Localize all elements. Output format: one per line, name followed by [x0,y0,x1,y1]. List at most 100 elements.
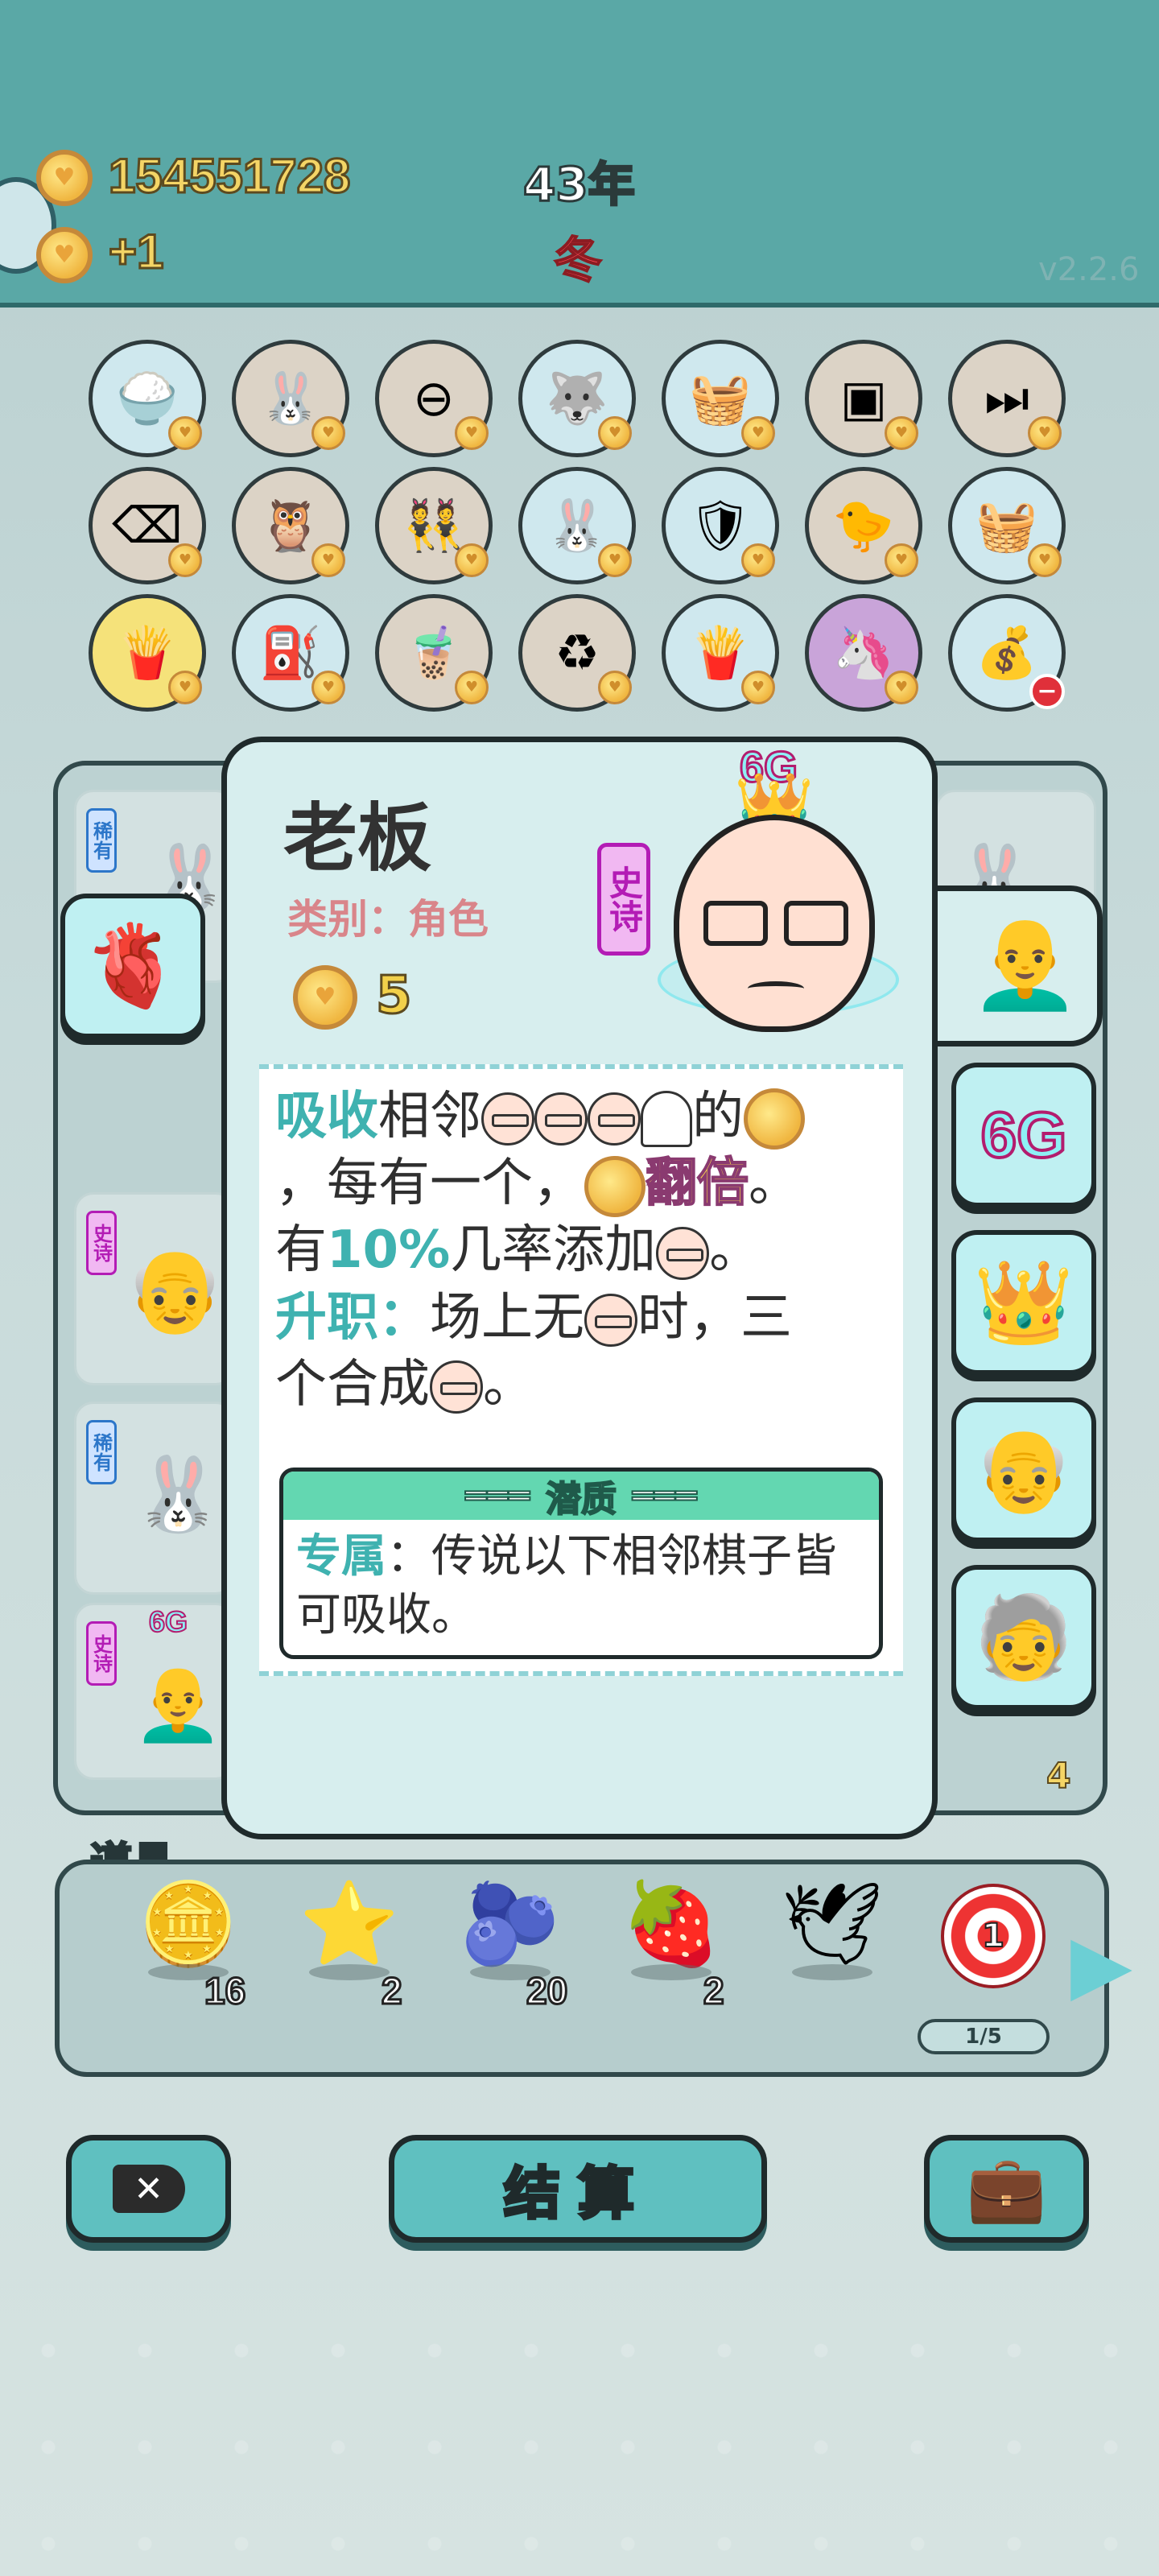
unicorn-twins-icon[interactable]: 🦄 ♥ [805,594,922,712]
gold-glasses-face-icon [430,1360,483,1414]
owl-pair-icon[interactable]: 🦉 ♥ [232,467,349,584]
tool-slot-dove[interactable]: 🕊 [768,1872,897,2058]
grandpa-glasses-card[interactable]: 🧓 [951,1565,1096,1710]
boss-icon: 👨‍🦲 [133,1662,224,1746]
trait-text: 可吸收。 [296,1588,476,1641]
gold-glasses-face-icon [584,1293,637,1347]
glasses-right [784,901,848,946]
boss-portrait [674,815,875,1032]
tool-count: 2 [703,1969,726,2013]
board-cell[interactable]: 史诗 6G 👨‍🦲 [74,1603,235,1780]
grandpa-glasses-icon: 🧓 [973,1590,1074,1684]
trait-box: ═══ 潜质 ═══ 专属：传说以下相邻棋子皆 可吸收。 [279,1468,883,1659]
chance-percent: 10% [327,1220,451,1281]
fries-icon[interactable]: 🍟 ♥ [89,594,206,712]
rice-bowl-icon[interactable]: 🍚 ♥ [89,340,206,457]
trait-title: 潜质 [545,1478,617,1521]
tool-shadow [631,1964,711,1980]
rarity-tag: 史诗 [597,843,650,956]
tool-slot-strawberry[interactable]: 🍓 2 [607,1872,736,2058]
keyword-promote: 升职： [275,1287,430,1348]
description-text: 吸收相邻的 ，每有一个， 翻倍。 有10%几率添加。 升职：场上无 时，三 个合成。 [275,1084,805,1418]
progress-text: 1/5 [965,2025,1002,2049]
trait-header: ═══ 潜质 ═══ [283,1472,879,1521]
description-box: 吸收相邻的 ，每有一个， 翻倍。 有10%几率添加。 升职：场上无 时，三 个合成。… [259,1064,903,1676]
sack-icon[interactable]: 💰 − [948,594,1066,712]
shield-wrench-icon[interactable]: 🛡 ♥ [662,467,779,584]
fruit-basket-icon[interactable]: 🧺 ♥ [662,340,779,457]
blueberry-icon: 🫐 [460,1876,561,1971]
year-label: 43年 [522,156,637,213]
season-label: 冬 [553,232,603,290]
liver-icon: 🫀 [82,919,184,1013]
coin-icon: ♥ [36,150,93,206]
glasses-left [703,901,768,946]
coin-icon [584,1155,645,1217]
bunny-icon[interactable]: 🐰 ♥ [518,467,636,584]
dartboard-icon: 1 [941,1884,1046,1988]
husky-icon[interactable]: 🐺 ♥ [518,340,636,457]
tool-shadow [309,1964,390,1980]
star-icon: ⭐ [299,1876,400,1971]
boss-face-icon [588,1092,641,1146]
piece-detail-panel: 老板 类别：角色 ♥ 5 史诗 6G 👑 吸收相邻的 ，每有一个， 翻倍。 有10… [221,737,938,1839]
bunny-icon[interactable]: 🐰 ♥ [232,340,349,457]
desc-text: 几率添加 [450,1220,657,1281]
trait-text: ：传说以下相邻棋子皆 [386,1530,837,1583]
piece-name: 老板 [283,795,432,881]
rarity-tag: 稀有 [86,808,117,873]
tool-slot-star[interactable]: ⭐ 2 [285,1872,414,2058]
desc-text: 。 [483,1354,534,1414]
selected-piece-tab[interactable]: 👨‍🦲 [934,886,1103,1046]
keyword-absorb: 吸收 [275,1087,378,1146]
cost-coin-icon: ♥ [293,965,357,1030]
cubes-icon[interactable]: ▣ ♥ [805,340,922,457]
briefcase-icon: 💼 [966,2151,1047,2226]
desc-text: 有 [275,1220,327,1281]
delete-icon: ✕ [112,2165,185,2213]
keyword-double: 翻倍 [645,1153,749,1214]
remove-button[interactable]: ✕ [66,2135,231,2243]
next-page-arrow-icon[interactable]: ▶ [1070,1924,1135,2021]
board-cell[interactable]: 史诗 👴 [74,1192,235,1385]
no-entry-icon[interactable]: ⊖ ♥ [375,340,493,457]
fruit-basket-icon[interactable]: 🧺 ♥ [948,467,1066,584]
coin-count: 154551728 [107,148,351,204]
desc-text: ，每有一个， [275,1154,584,1214]
chick-egg-icon[interactable]: 🐤 ♥ [805,467,922,584]
bald-grandpa-card[interactable]: 👴 [951,1397,1096,1542]
tool-slot-blueberry[interactable]: 🫐 20 [446,1872,575,2058]
fries-icon[interactable]: 🍟 ♥ [662,594,779,712]
recycle-icon[interactable]: ♻ ♥ [518,594,636,712]
delete-tag-icon[interactable]: ⌫ ♥ [89,467,206,584]
boss-face-icon: 👨‍🦲 [970,911,1080,1014]
liver-card[interactable]: 🫀 [60,894,205,1038]
tool-slot-dollar[interactable]: 🪙 16 [124,1872,253,2058]
top-bar: ♥ 154551728 ♥ +1 43年 冬 v2.2.6 [0,0,1159,308]
bubble-tea-icon[interactable]: 🧋 ♥ [375,594,493,712]
worker-face-icon [656,1226,710,1280]
bald-grandpa-icon: 👴 [973,1422,1074,1517]
tool-count: 16 [203,1969,246,2013]
pump-icon[interactable]: ⛽ ♥ [232,594,349,712]
crown-card[interactable]: 👑 [951,1230,1096,1375]
board-cell[interactable]: 稀有 🐰 [74,1402,235,1595]
background-pattern [0,2302,1159,2576]
category-label: 类别： [287,896,408,943]
rarity-tag: 史诗 [86,1621,117,1686]
trait-body: 专属：传说以下相邻棋子皆 可吸收。 [283,1520,879,1653]
desc-text: 。 [709,1220,761,1281]
upgrade-6g-card[interactable]: 6G [951,1063,1096,1208]
coin-icon [744,1088,805,1150]
mouth [748,981,804,996]
desc-text: 时，三 [637,1287,792,1348]
settle-button[interactable]: 结算 [389,2135,767,2243]
inventory-button[interactable]: 💼 [924,2135,1089,2243]
twins-icon[interactable]: 👯 ♥ [375,467,493,584]
dove-icon: 🕊 [781,1876,884,1971]
desc-text: 个合成 [275,1354,430,1414]
income-per-turn: +1 [107,224,164,280]
desc-text: 相邻 [378,1087,481,1146]
skip-icon[interactable]: ⏭ ♥ [948,340,1066,457]
dollar-coin-icon: 🪙 [138,1876,239,1971]
